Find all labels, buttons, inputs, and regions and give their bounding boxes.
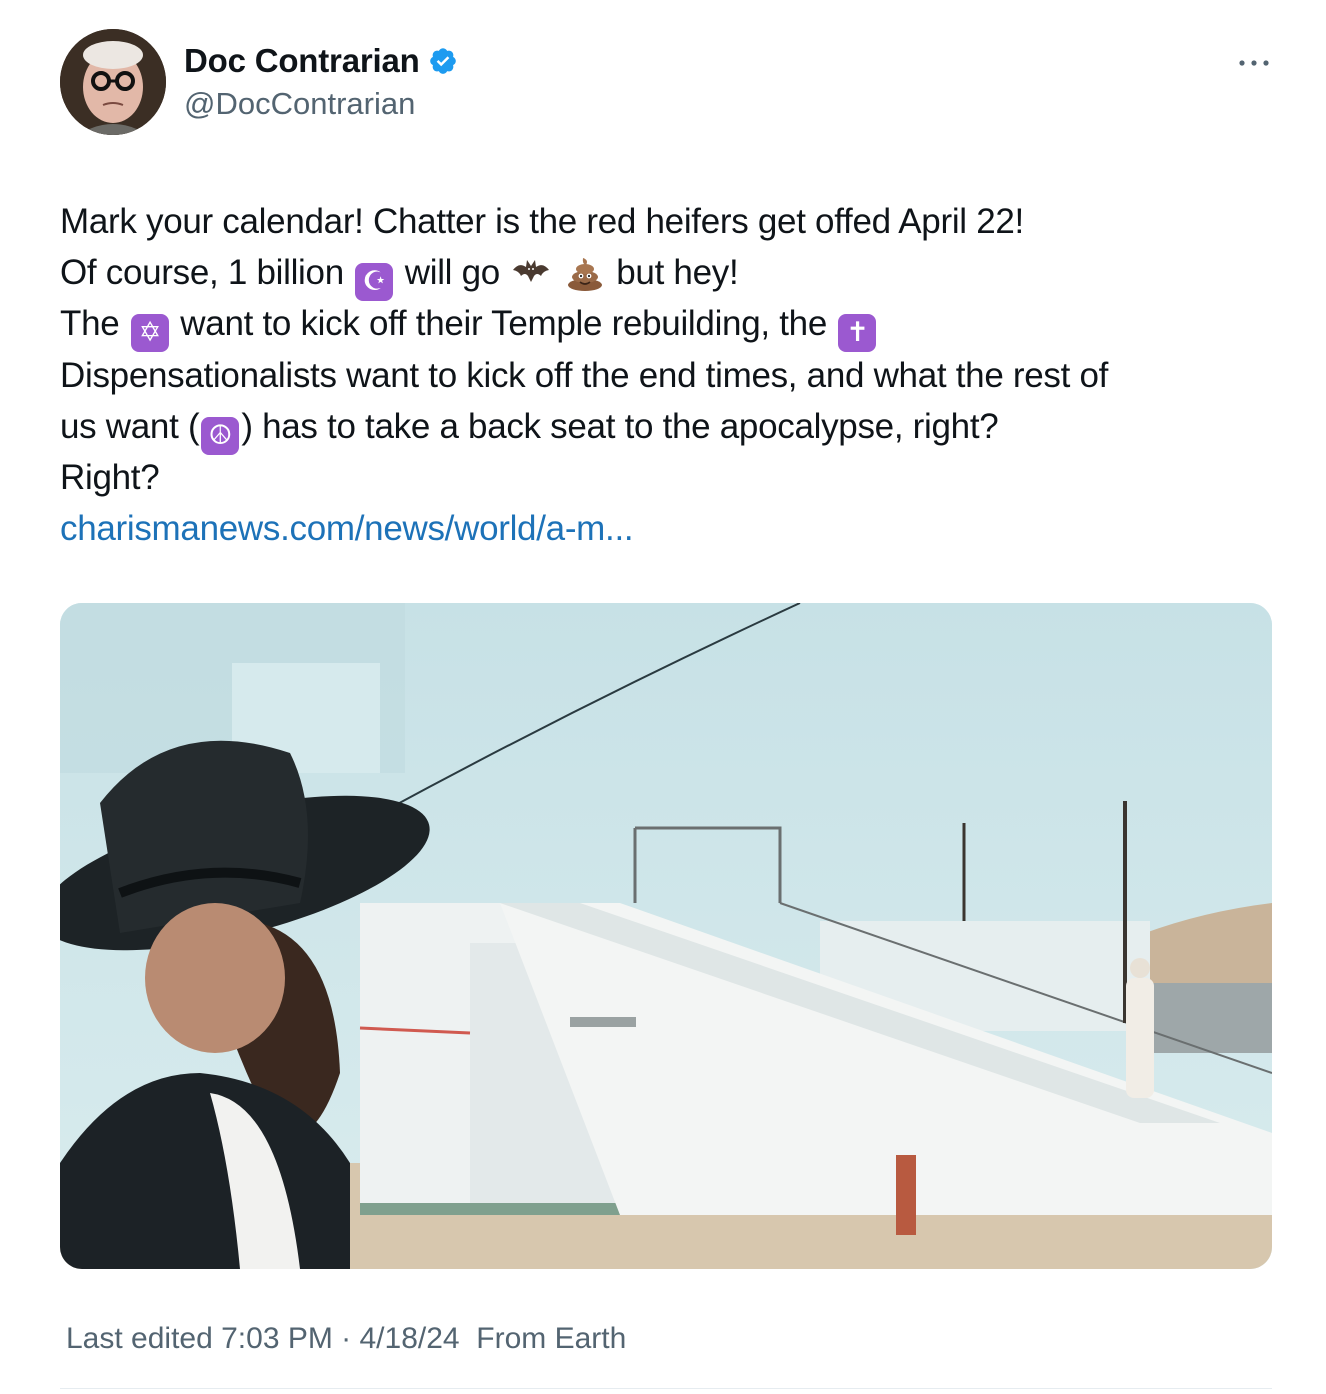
peace-symbol-icon: ☮ [201, 416, 240, 455]
location-label: From Earth [476, 1322, 627, 1355]
star-of-david-icon: ✡ [130, 314, 169, 353]
verified-badge-icon [428, 46, 458, 76]
tweet-text-segment: will go [404, 253, 500, 293]
tweet-text-segment: The [60, 304, 120, 344]
tweet-line: Of course, 1 billion ☪ will go but hey! [60, 247, 1290, 302]
tweet-line: Right? [60, 452, 1290, 503]
tweet-text-segment: Dispensationalists want to kick off the … [60, 355, 1109, 395]
tweet-text-segment: want to kick off their Temple rebuilding… [180, 304, 827, 344]
tweet-text-segment: Of course, 1 billion [60, 253, 344, 293]
tweet-card: Doc Contrarian @DocContrarian Mark your … [0, 0, 1326, 1394]
tweet-text-segment: ) has to take a back seat to the apocaly… [241, 406, 999, 446]
edited-timestamp[interactable]: Last edited 7:03 PM · 4/18/24 [66, 1322, 460, 1355]
tweet-text-segment: us want ( [60, 406, 200, 446]
pile-of-poo-icon [565, 252, 605, 292]
tweet-line: The ✡ want to kick off their Temple rebu… [60, 298, 1290, 353]
author-handle[interactable]: @DocContrarian [184, 86, 415, 122]
star-and-crescent-icon: ☪ [355, 263, 394, 302]
tweet-line: us want (☮) has to take a back seat to t… [60, 401, 1290, 455]
bat-icon [511, 252, 551, 292]
tweet-text-segment: Right? [60, 457, 160, 497]
article-link[interactable]: charismanews.com/news/world/a-m... [60, 509, 634, 548]
divider [60, 1388, 1272, 1389]
tweet-media-image[interactable] [60, 603, 1272, 1269]
latin-cross-icon: ✝ [838, 314, 877, 353]
tweet-line: charismanews.com/news/world/a-m... [60, 503, 1290, 554]
tweet-text-segment: Mark your calendar! Chatter is the red h… [60, 202, 1024, 241]
author-name-row: Doc Contrarian [184, 42, 458, 80]
tweet-line: Mark your calendar! Chatter is the red h… [60, 196, 1290, 247]
tweet-line: Dispensationalists want to kick off the … [60, 350, 1290, 401]
tweet-meta: Last edited 7:03 PM · 4/18/24 From Earth [66, 1322, 626, 1356]
display-name[interactable]: Doc Contrarian [184, 42, 420, 80]
more-options-icon[interactable] [1234, 48, 1274, 78]
tweet-text: Mark your calendar! Chatter is the red h… [60, 196, 1290, 554]
tweet-text-segment: but hey! [616, 253, 739, 293]
avatar[interactable] [60, 29, 166, 135]
